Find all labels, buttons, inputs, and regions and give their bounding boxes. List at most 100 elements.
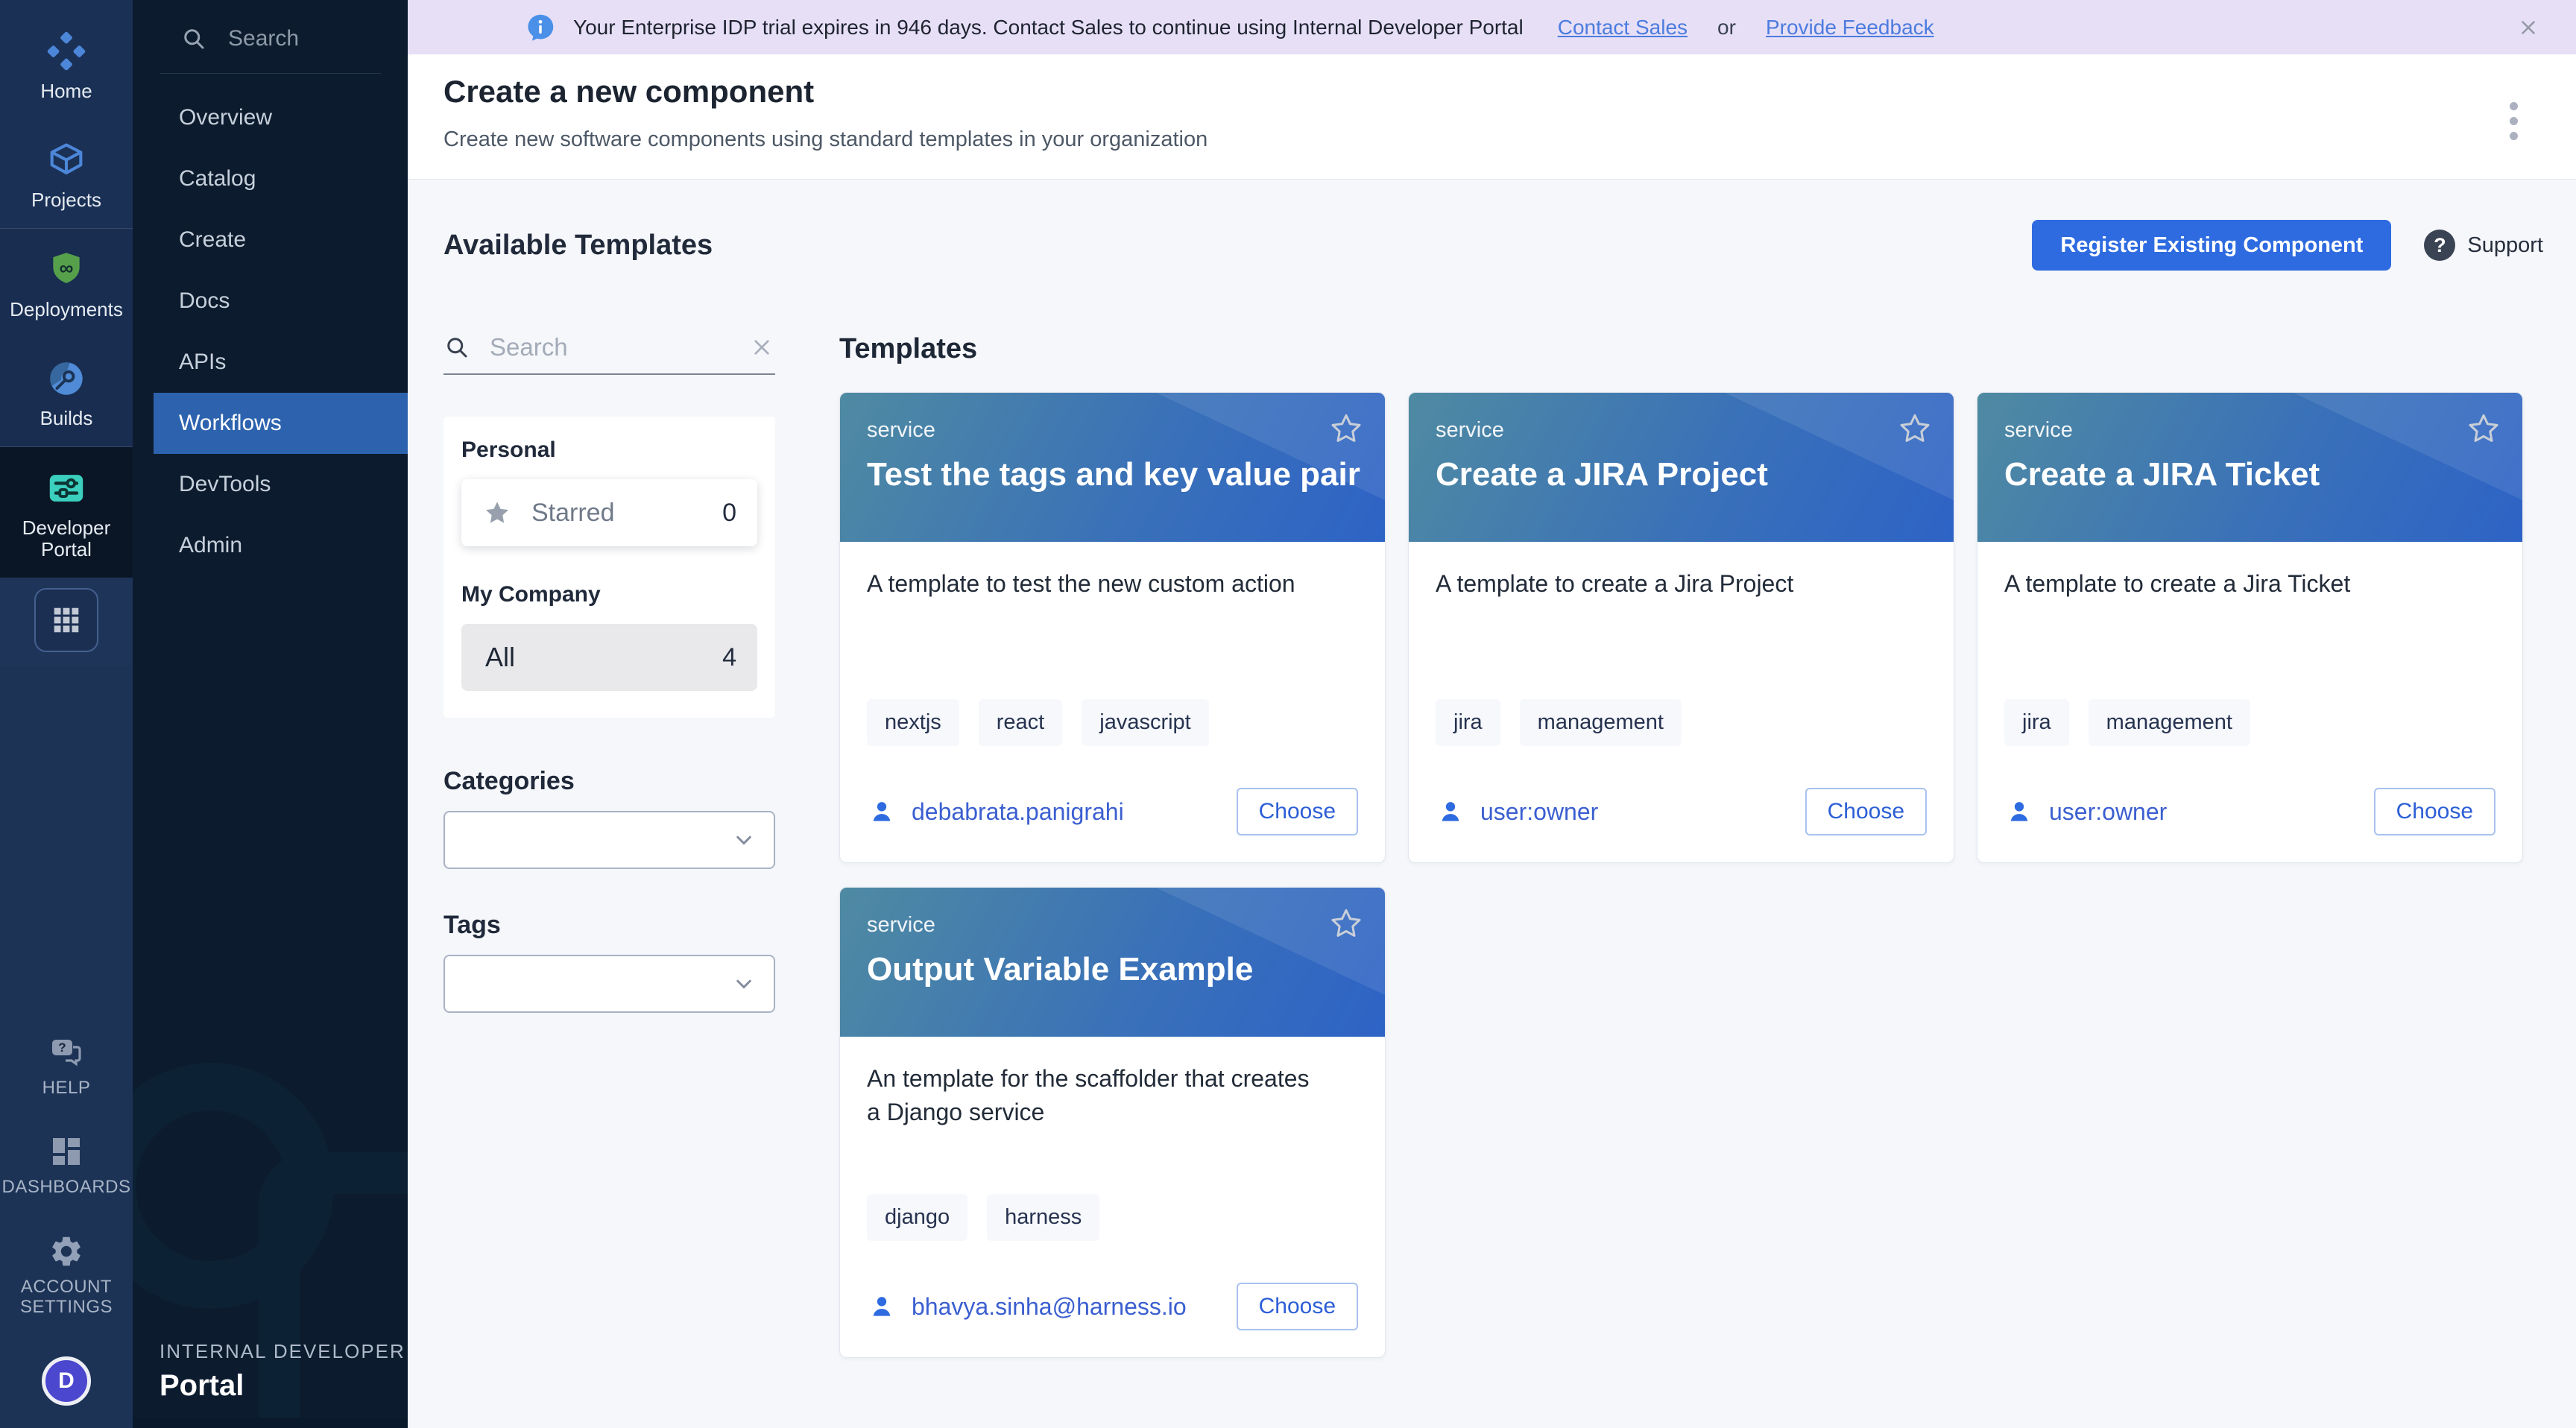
tag-chip: harness [987,1194,1099,1241]
register-existing-component-button[interactable]: Register Existing Component [2032,220,2391,271]
card-title: Create a JIRA Ticket [2004,456,2496,493]
sidebar-footer: INTERNAL DEVELOPER Portal [160,1340,405,1403]
card-owner-link[interactable]: bhavya.sinha@harness.io [867,1292,1187,1321]
card-footer: debabrata.panigrahi Choose [867,788,1358,835]
person-icon [1436,797,1465,827]
sidebar-item-docs[interactable]: Docs [133,271,408,332]
card-owner-link[interactable]: user:owner [1436,797,1598,827]
toolbar: Available Templates Register Existing Co… [443,180,2543,271]
rail-item-label: Home [40,80,92,103]
sidebar-search[interactable]: Search [133,0,408,73]
contact-sales-link[interactable]: Contact Sales [1558,16,1688,40]
app-root: Home Projects ∞ Deployments BuildsDeveloper … [0,0,2576,1428]
card-owner-name: bhavya.sinha@harness.io [912,1293,1187,1321]
sidebar-item-catalog[interactable]: Catalog [133,148,408,209]
kebab-menu-icon[interactable] [2498,95,2528,147]
choose-button[interactable]: Choose [1805,788,1927,835]
template-card[interactable]: serviceCreate a JIRA ProjectA template t… [1408,392,1954,863]
sidebar-item-apis[interactable]: APIs [133,332,408,393]
rail-item-home[interactable]: Home [0,10,133,119]
sidebar-bottom-strip [133,1418,408,1428]
card-tags: jira management [1436,699,1927,746]
sidebar-item-overview[interactable]: Overview [133,87,408,148]
question-icon: ? [2424,230,2455,261]
banner-close-button[interactable] [2513,13,2543,42]
starred-filter-row[interactable]: Starred 0 [461,479,757,546]
sidebar-item-workflows[interactable]: Workflows [154,393,408,454]
banner-text: Your Enterprise IDP trial expires in 946… [573,16,1524,40]
star-outline-icon[interactable] [1328,411,1364,446]
card-owner-link[interactable]: debabrata.panigrahi [867,797,1124,827]
star-outline-icon[interactable] [1328,906,1364,941]
choose-button[interactable]: Choose [1237,1283,1358,1330]
sidebar-item-devtools[interactable]: DevTools [133,454,408,515]
home-icon [45,30,88,73]
card-type-label: service [1436,418,1927,443]
my-company-label: My Company [461,582,757,607]
rail-item-help[interactable]: ?HELP [0,1015,133,1115]
template-card[interactable]: serviceOutput Variable Example An templat… [839,887,1386,1358]
categories-label: Categories [443,767,775,796]
rail-item-account-settings[interactable]: ACCOUNT SETTINGS [0,1214,133,1334]
module-selector-button[interactable] [34,588,98,652]
tag-chip: jira [1436,699,1500,746]
choose-button[interactable]: Choose [1237,788,1358,835]
deployments-icon: ∞ [45,248,88,291]
templates-section: Templates serviceTest the tags and key v… [839,333,2543,1358]
user-avatar[interactable]: D [42,1356,91,1406]
sidebar-footer-eyebrow: INTERNAL DEVELOPER [160,1340,405,1363]
rail-item-dashboards[interactable]: DASHBOARDS [0,1114,133,1214]
card-header: serviceOutput Variable Example [840,888,1385,1037]
rail-item-label: Deployments [10,299,123,321]
categories-select[interactable] [443,811,775,869]
provide-feedback-link[interactable]: Provide Feedback [1766,16,1934,40]
chevron-down-icon [730,827,757,853]
card-header: serviceCreate a JIRA Ticket [1977,393,2522,542]
card-description: An template for the scaffolder that crea… [867,1062,1314,1130]
tag-chip: jira [2004,699,2069,746]
builds-icon [45,357,88,400]
card-title: Test the tags and key value pair [867,456,1358,493]
template-card[interactable]: serviceTest the tags and key value pairA… [839,392,1386,863]
tags-label: Tags [443,911,775,940]
rail-item-projects[interactable]: Projects [0,119,133,228]
rail-item-builds[interactable]: Builds [0,338,133,446]
projects-icon [45,139,88,182]
rail-spacer [0,666,133,1014]
template-search-input[interactable] [490,333,748,361]
choose-button[interactable]: Choose [2374,788,2496,835]
ownership-filter-card: Personal Starred 0 My Company All 4 [443,417,775,718]
card-owner-link[interactable]: user:owner [2004,797,2167,827]
rail-item-label: HELP [42,1078,91,1099]
card-body: A template to create a Jira Ticketjirama… [1977,542,2522,862]
starred-count: 0 [722,499,736,528]
page-subtitle: Create new software components using sta… [443,127,2528,152]
available-templates-heading: Available Templates [443,230,713,262]
template-card[interactable]: serviceCreate a JIRA TicketA template to… [1977,392,2523,863]
tags-select[interactable] [443,955,775,1013]
card-title: Output Variable Example [867,951,1358,988]
person-icon [867,1292,897,1321]
support-button[interactable]: ? Support [2424,230,2543,261]
card-tags: nextjsreactjavascript [867,699,1358,746]
chevron-down-icon [730,970,757,997]
rail-section: Home Projects [0,0,133,228]
developer-portal-icon [45,467,88,510]
star-outline-icon[interactable] [2466,411,2501,446]
card-title: Create a JIRA Project [1436,456,1927,493]
rail-item-developer-portal[interactable]: Developer Portal [0,447,133,578]
sidebar-item-admin[interactable]: Admin [133,515,408,576]
sidebar-item-create[interactable]: Create [133,209,408,271]
tag-chip: management [1520,699,1682,746]
templates-heading: Templates [839,333,2543,365]
template-search [443,333,775,375]
content-area: Available Templates Register Existing Co… [408,179,2576,1428]
trial-banner: Your Enterprise IDP trial expires in 946… [408,0,2576,54]
card-description: A template to test the new custom action [867,567,1314,601]
all-filter-row[interactable]: All 4 [461,624,757,691]
star-outline-icon[interactable] [1897,411,1933,446]
rail-item-deployments[interactable]: ∞ Deployments [0,229,133,338]
search-icon [180,25,207,52]
clear-search-icon[interactable] [748,334,775,361]
module-sidebar: Search OverviewCatalogCreateDocsAPIsWork… [133,0,408,1428]
